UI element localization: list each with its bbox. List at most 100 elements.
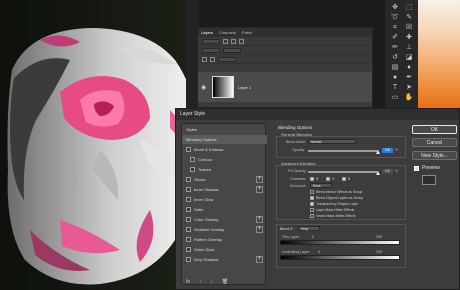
knockout-select[interactable]: None [310, 183, 332, 188]
style-satin[interactable]: Satin [182, 205, 267, 214]
lock-position-icon[interactable] [210, 56, 215, 62]
up-arrow-icon[interactable]: ↑ [199, 279, 202, 287]
vector-mask-hides-checkbox[interactable] [310, 214, 314, 218]
quick-select-icon[interactable]: ✎ [404, 13, 414, 22]
fill-opacity-slider-knob[interactable] [376, 171, 380, 175]
opacity-slider-knob[interactable] [376, 150, 380, 154]
tab-channels[interactable]: Channels [219, 28, 236, 37]
dodge-icon[interactable]: ● [390, 73, 400, 82]
style-inner-shadow[interactable]: Inner Shadow + [182, 185, 267, 194]
down-arrow-icon[interactable]: ↓ [210, 279, 213, 287]
style-checkbox[interactable] [186, 197, 191, 202]
blur-icon[interactable]: ♦ [404, 63, 414, 72]
fill-opacity-input[interactable]: 100 [382, 169, 393, 174]
trash-icon[interactable]: 🗑 [222, 279, 228, 287]
ok-button[interactable]: OK [412, 125, 457, 134]
style-inner-glow[interactable]: Inner Glow [182, 195, 267, 204]
add-gradient-overlay-icon[interactable]: + [256, 226, 263, 233]
filter-adjustment-icon[interactable] [231, 38, 236, 44]
healing-icon[interactable]: ✚ [404, 33, 414, 42]
layer-row[interactable]: ◉ Layer 1 [198, 72, 372, 102]
style-checkbox[interactable] [186, 227, 191, 232]
style-checkbox[interactable] [190, 157, 195, 162]
style-checkbox[interactable] [186, 177, 191, 182]
style-checkbox[interactable] [190, 167, 195, 172]
style-drop-shadow[interactable]: Drop Shadow + [182, 255, 267, 264]
marquee-icon[interactable]: ⬚ [404, 3, 414, 12]
layer-fill-field[interactable] [218, 56, 236, 62]
style-checkbox[interactable] [186, 237, 191, 242]
opacity-input[interactable]: 100 [382, 148, 393, 153]
layer-name[interactable]: Layer 1 [238, 85, 251, 90]
style-blending-options[interactable]: Blending Options [182, 135, 267, 144]
path-select-icon[interactable]: ➤ [404, 83, 414, 92]
type-icon[interactable]: T [390, 83, 400, 92]
layer-opacity-field[interactable] [223, 47, 241, 53]
add-drop-shadow-icon[interactable]: + [256, 256, 263, 263]
style-bevel-emboss[interactable]: Bevel & Emboss [182, 145, 267, 154]
transparency-shapes-checkbox[interactable] [310, 202, 314, 206]
pen-icon[interactable]: ✒ [404, 73, 414, 82]
blend-clipped-checkbox[interactable] [310, 196, 314, 200]
opacity-slider[interactable] [308, 150, 378, 152]
blend-if-select[interactable]: Gray [298, 226, 320, 231]
history-brush-icon[interactable]: ↺ [390, 53, 400, 62]
dialog-title[interactable]: Layer Style [176, 109, 459, 120]
style-checkbox[interactable] [186, 257, 191, 262]
style-checkbox[interactable] [186, 217, 191, 222]
style-color-overlay[interactable]: Color Overlay + [182, 215, 267, 224]
lasso-icon[interactable]: ➰ [390, 13, 400, 22]
shape-icon[interactable]: ▭ [390, 93, 400, 102]
style-checkbox[interactable] [186, 187, 191, 192]
blend-interior-label: Blend Interior Effects as Group [316, 190, 363, 194]
this-layer-gradient-slider[interactable] [280, 240, 400, 245]
visibility-eye-icon[interactable]: ◉ [201, 84, 209, 91]
fx-icon[interactable]: fx [186, 279, 190, 287]
filter-image-icon[interactable] [223, 38, 228, 44]
eyedropper-icon[interactable]: ✐ [390, 33, 400, 42]
channel-r-checkbox[interactable] [310, 177, 314, 181]
tab-layers[interactable]: Layers [201, 28, 213, 37]
move-icon[interactable]: ✥ [390, 3, 400, 12]
blend-if-label: Blend If: [280, 227, 294, 231]
new-style-button[interactable]: New Style... [412, 151, 457, 160]
tab-paths[interactable]: Paths [242, 28, 252, 37]
style-outer-glow[interactable]: Outer Glow [182, 245, 267, 254]
cancel-button[interactable]: Cancel [412, 138, 457, 147]
style-texture[interactable]: Texture [182, 165, 267, 174]
color-swatch-strip[interactable] [418, 0, 460, 108]
add-color-overlay-icon[interactable]: + [256, 216, 263, 223]
stamp-icon[interactable]: ⊥ [404, 43, 414, 52]
hand-icon[interactable]: ✋ [404, 93, 414, 102]
style-checkbox[interactable] [186, 247, 191, 252]
document-canvas[interactable] [0, 0, 200, 290]
preview-checkbox[interactable] [414, 166, 419, 171]
add-stroke-icon[interactable]: + [256, 176, 263, 183]
style-gradient-overlay[interactable]: Gradient Overlay + [182, 225, 267, 234]
layer-blend-mode-select[interactable] [202, 47, 220, 53]
blend-interior-checkbox[interactable] [310, 190, 314, 194]
eraser-icon[interactable]: ◪ [404, 53, 414, 62]
style-stroke[interactable]: Stroke + [182, 175, 267, 184]
lock-pixels-icon[interactable] [202, 56, 207, 62]
style-checkbox[interactable] [186, 207, 191, 212]
frame-icon[interactable]: ☒ [404, 23, 414, 32]
channel-g-checkbox[interactable] [326, 177, 330, 181]
blend-mode-select[interactable]: Normal [308, 139, 356, 144]
channel-b-checkbox[interactable] [342, 177, 346, 181]
underlying-layer-high: 255 [376, 250, 382, 254]
style-pattern-overlay[interactable]: Pattern Overlay [182, 235, 267, 244]
styles-header[interactable]: Styles [182, 125, 267, 134]
crop-icon[interactable]: ⌗ [390, 23, 400, 32]
style-checkbox[interactable] [186, 147, 191, 152]
layer-kind-filter[interactable] [202, 38, 220, 44]
this-layer-low: 0 [312, 235, 314, 239]
gradient-icon[interactable]: ▤ [390, 63, 400, 72]
filter-type-icon[interactable] [239, 38, 244, 44]
layer-mask-hides-checkbox[interactable] [310, 208, 314, 212]
brush-icon[interactable]: ✏ [390, 43, 400, 52]
style-contour[interactable]: Contour [182, 155, 267, 164]
add-inner-shadow-icon[interactable]: + [256, 186, 263, 193]
underlying-layer-gradient-slider[interactable] [280, 255, 400, 260]
fill-opacity-slider[interactable] [308, 171, 378, 173]
